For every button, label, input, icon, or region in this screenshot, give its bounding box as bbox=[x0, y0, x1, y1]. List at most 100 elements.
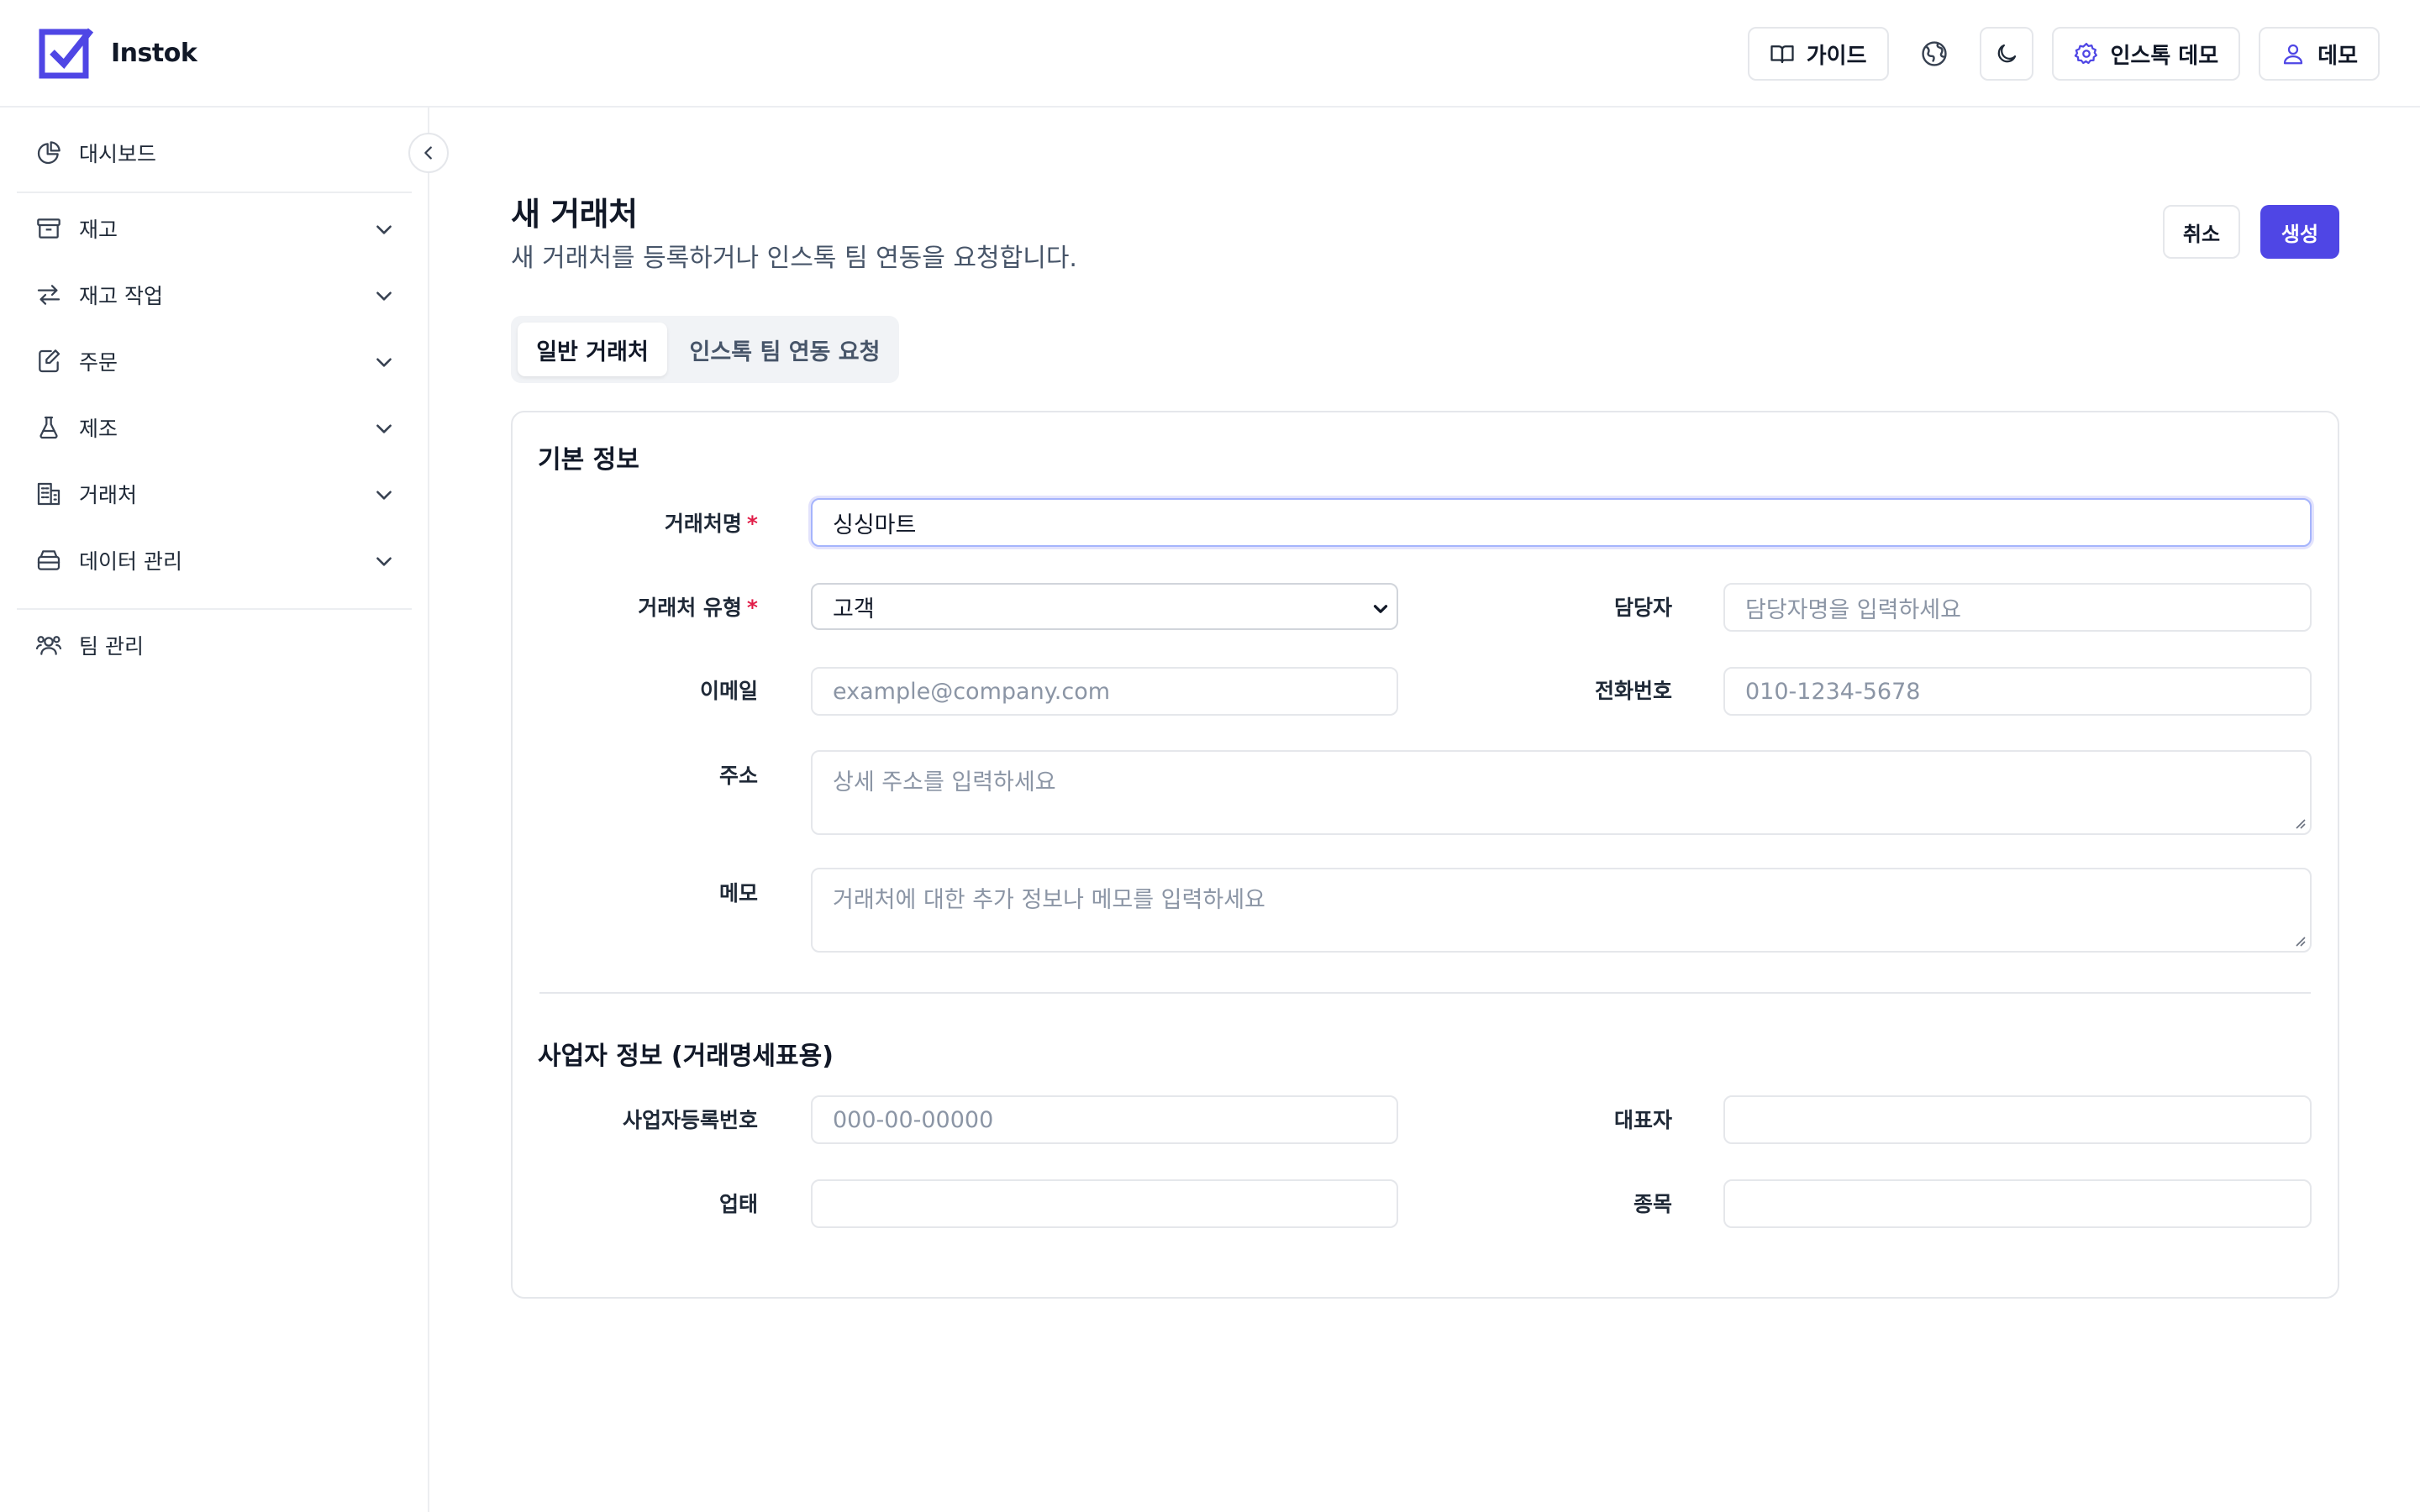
manager-input[interactable]: 담당자명을 입력하세요 bbox=[1723, 583, 2312, 632]
chevron-down-icon bbox=[1373, 605, 1388, 613]
app-root: Instok 가이드 인스톡 데모 데모 대시보드 재고 재고 작업 주문 제조… bbox=[0, 0, 2420, 1512]
business-item-input[interactable] bbox=[1723, 1179, 2312, 1228]
flask-icon bbox=[39, 416, 58, 439]
ceo-input[interactable] bbox=[1723, 1095, 2312, 1144]
email-placeholder: example@company.com bbox=[833, 678, 1111, 705]
building-icon bbox=[37, 482, 60, 506]
globe-icon bbox=[1921, 41, 1947, 66]
sidebar-divider bbox=[17, 608, 412, 610]
tab-general-partner[interactable]: 일반 거래처 bbox=[518, 323, 667, 376]
database-icon bbox=[37, 550, 60, 570]
manager-label: 담당자 bbox=[1613, 596, 1672, 620]
business-type-input[interactable] bbox=[811, 1179, 1398, 1228]
guide-label: 가이드 bbox=[1806, 43, 1867, 69]
email-input[interactable]: example@company.com bbox=[811, 667, 1398, 716]
business-reg-label: 사업자등록번호 bbox=[622, 1108, 758, 1132]
phone-placeholder: 010-1234-5678 bbox=[1745, 678, 1921, 705]
page-title: 새 거래처 bbox=[511, 196, 638, 233]
pie-chart-icon bbox=[37, 141, 60, 165]
resize-handle-icon[interactable] bbox=[2291, 932, 2307, 948]
partner-name-input[interactable]: 싱싱마트 bbox=[811, 498, 2312, 547]
arrows-swap-icon bbox=[37, 285, 60, 305]
checkbox-logo-icon bbox=[39, 28, 94, 79]
user-menu-button[interactable]: 데모 bbox=[2259, 27, 2380, 81]
required-mark: * bbox=[746, 596, 758, 620]
business-info-heading: 사업자 정보 (거래명세표용) bbox=[538, 1042, 834, 1071]
manager-placeholder: 담당자명을 입력하세요 bbox=[1745, 596, 1961, 623]
sidebar-item-label: 재고 bbox=[79, 218, 118, 242]
chevron-down-icon bbox=[376, 424, 392, 433]
tab-team-link-request[interactable]: 인스톡 팀 연동 요청 bbox=[676, 323, 894, 376]
memo-textarea[interactable]: 거래처에 대한 추가 정보나 메모를 입력하세요 bbox=[811, 868, 2312, 953]
chevron-down-icon bbox=[376, 491, 392, 500]
language-button[interactable] bbox=[1907, 27, 1961, 81]
cancel-button[interactable]: 취소 bbox=[2163, 205, 2240, 259]
sidebar-item-inventory-tasks[interactable]: 재고 작업 bbox=[17, 268, 412, 322]
phone-input[interactable]: 010-1234-5678 bbox=[1723, 667, 2312, 716]
sidebar-item-manufacturing[interactable]: 제조 bbox=[17, 401, 412, 454]
required-mark: * bbox=[746, 512, 758, 536]
users-icon bbox=[35, 636, 62, 655]
chevron-down-icon bbox=[376, 291, 392, 301]
business-reg-placeholder: 000-00-00000 bbox=[833, 1106, 994, 1133]
gear-icon bbox=[2074, 43, 2097, 65]
partner-type-label-text: 거래처 유형 bbox=[638, 596, 742, 620]
archive-box-icon bbox=[37, 218, 60, 239]
user-label: 데모 bbox=[2317, 43, 2358, 69]
partner-name-label: 거래처명 * bbox=[588, 501, 758, 548]
sidebar-item-label: 주문 bbox=[79, 350, 118, 375]
partner-name-label-text: 거래처명 bbox=[664, 512, 742, 536]
business-item-label: 종목 bbox=[1633, 1192, 1672, 1216]
section-divider bbox=[539, 992, 2311, 994]
brand-logo[interactable]: Instok bbox=[39, 25, 197, 81]
user-icon bbox=[2284, 44, 2303, 65]
moon-icon bbox=[1997, 44, 2016, 63]
memo-placeholder: 거래처에 대한 추가 정보나 메모를 입력하세요 bbox=[833, 887, 1265, 913]
brand-name: Instok bbox=[111, 38, 197, 68]
top-actions: 가이드 인스톡 데모 데모 bbox=[1729, 27, 2380, 81]
chevron-down-icon bbox=[376, 225, 392, 234]
sidebar-item-label: 데이터 관리 bbox=[79, 549, 182, 574]
workspace-button[interactable]: 인스톡 데모 bbox=[2051, 27, 2241, 81]
page-subtitle: 새 거래처를 등록하거나 인스톡 팀 연동을 요청합니다. bbox=[511, 244, 1077, 273]
address-label: 주소 bbox=[718, 764, 758, 788]
address-textarea[interactable]: 상세 주소를 입력하세요 bbox=[811, 750, 2312, 835]
partner-type-label: 거래처 유형 * bbox=[588, 585, 758, 632]
email-label: 이메일 bbox=[699, 679, 758, 703]
memo-label: 메모 bbox=[718, 881, 758, 906]
resize-handle-icon[interactable] bbox=[2291, 815, 2307, 830]
edit-document-icon bbox=[39, 349, 60, 373]
chevron-down-icon bbox=[376, 557, 392, 566]
partner-type-select[interactable]: 고객 bbox=[811, 583, 1398, 630]
sidebar-divider bbox=[17, 192, 412, 193]
sidebar-item-orders[interactable]: 주문 bbox=[17, 334, 412, 388]
phone-label: 전화번호 bbox=[1594, 679, 1672, 703]
chevron-down-icon bbox=[376, 358, 392, 367]
partner-type-value: 고객 bbox=[833, 596, 875, 622]
sidebar-item-team[interactable]: 팀 관리 bbox=[17, 618, 412, 672]
book-icon bbox=[1770, 45, 1794, 64]
sidebar-item-label: 거래처 bbox=[79, 483, 138, 507]
create-button[interactable]: 생성 bbox=[2260, 205, 2339, 259]
chevron-left-icon bbox=[424, 146, 432, 160]
business-type-label: 업태 bbox=[718, 1192, 758, 1216]
business-reg-input[interactable]: 000-00-00000 bbox=[811, 1095, 1398, 1144]
sidebar-item-dashboard[interactable]: 대시보드 bbox=[17, 126, 412, 180]
guide-button[interactable]: 가이드 bbox=[1747, 27, 1889, 81]
top-bar: Instok 가이드 인스톡 데모 데모 bbox=[0, 0, 2420, 108]
sidebar-item-inventory[interactable]: 재고 bbox=[17, 202, 412, 255]
sidebar-collapse-button[interactable] bbox=[408, 133, 449, 173]
sidebar-item-label: 대시보드 bbox=[79, 142, 157, 166]
partner-type-tabs: 일반 거래처 인스톡 팀 연동 요청 bbox=[511, 316, 899, 383]
basic-info-heading: 기본 정보 bbox=[538, 445, 639, 475]
sidebar-item-label: 제조 bbox=[79, 417, 118, 441]
dark-mode-toggle[interactable] bbox=[1979, 27, 2033, 81]
address-placeholder: 상세 주소를 입력하세요 bbox=[833, 769, 1056, 795]
ceo-label: 대표자 bbox=[1613, 1108, 1672, 1132]
sidebar-item-label: 팀 관리 bbox=[79, 634, 144, 659]
partner-name-value: 싱싱마트 bbox=[833, 512, 917, 538]
sidebar-item-label: 재고 작업 bbox=[79, 284, 163, 308]
sidebar-item-partners[interactable]: 거래처 bbox=[17, 467, 412, 521]
workspace-label: 인스톡 데모 bbox=[2110, 43, 2219, 69]
sidebar-item-data-management[interactable]: 데이터 관리 bbox=[17, 533, 412, 587]
